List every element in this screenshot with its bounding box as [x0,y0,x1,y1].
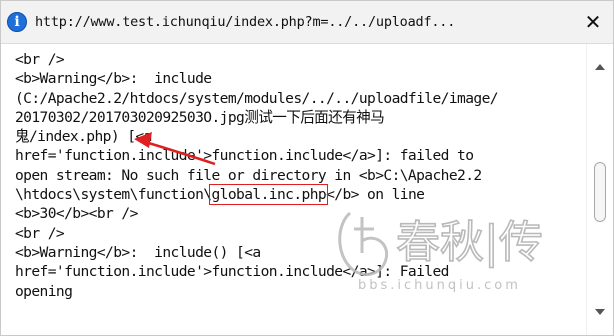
highlighted-filename: global.inc.php [209,184,329,206]
path-prefix: \htdocs\system\function\ [15,186,212,204]
output-line: open stream: No such file or directory i… [15,166,482,184]
path-suffix: </b> on line [326,186,425,204]
close-button[interactable]: ✕ [581,10,605,34]
title-bar: i http://www.test.ichunqiu/index.php?m=.… [1,1,613,44]
output-line: <b>Warning</b>: include() [<a [15,243,261,261]
output-line: <b>Warning</b>: include [15,70,212,88]
info-icon: i [7,12,27,32]
error-output: <br /> <b>Warning</b>: include (C:/Apach… [1,44,587,301]
page-content: <br /> <b>Warning</b>: include (C:/Apach… [1,44,587,335]
scroll-up-arrow-icon[interactable] [595,64,605,70]
popup-window: i http://www.test.ichunqiu/index.php?m=.… [0,0,614,336]
output-line: 20170302/20170302092503O.jpg测试一下后面还有神马 [15,108,385,126]
scroll-down-arrow-icon[interactable] [595,309,605,315]
url-text: http://www.test.ichunqiu/index.php?m=../… [35,14,456,30]
output-line: href='function.include'>function.include… [15,263,449,281]
output-line: (C:/Apache2.2/htdocs/system/modules/../.… [15,89,499,107]
output-line: opening [15,282,73,300]
output-line: \htdocs\system\function\global.inc.php</… [15,184,425,206]
vertical-scrollbar[interactable] [586,44,613,335]
output-line: 鬼/index.php) [<a [15,128,152,146]
output-line: <br /> [15,224,65,242]
output-line: <br /> [15,51,65,68]
scroll-thumb[interactable] [594,162,606,222]
output-line: <b>30</b><br /> [15,205,138,223]
output-line: href='function.include'>function.include… [15,147,474,165]
